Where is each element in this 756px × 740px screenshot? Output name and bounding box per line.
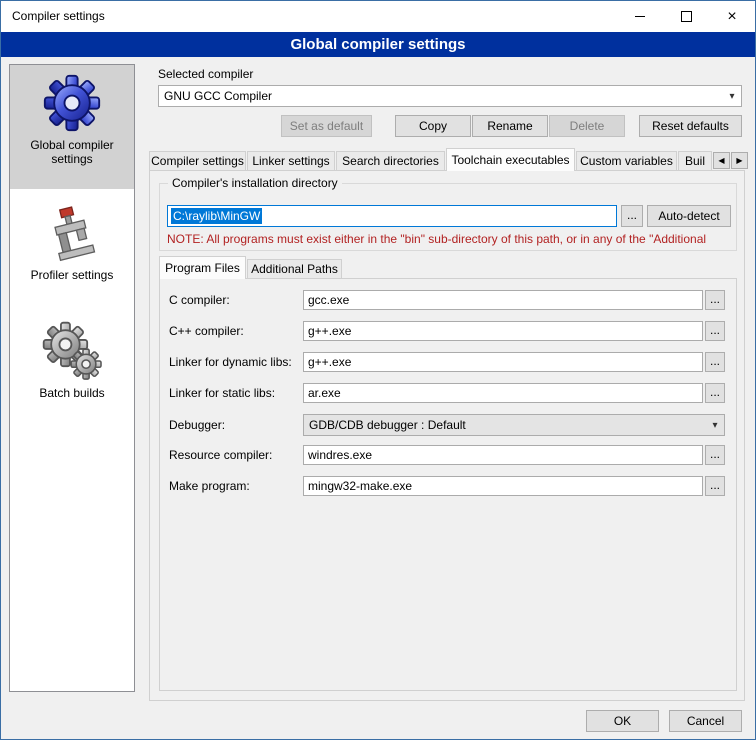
maximize-button[interactable]	[663, 1, 709, 32]
installation-note: NOTE: All programs must exist either in …	[167, 232, 729, 246]
cpp-compiler-label: C++ compiler:	[169, 324, 244, 338]
tab-search-directories[interactable]: Search directories	[336, 151, 445, 170]
cancel-button[interactable]: Cancel	[669, 710, 742, 732]
compiler-select[interactable]: GNU GCC Compiler ▾	[158, 85, 742, 107]
banner: Global compiler settings	[1, 32, 755, 57]
debugger-select-value: GDB/CDB debugger : Default	[304, 418, 706, 432]
minimize-button[interactable]	[617, 1, 663, 32]
debugger-label: Debugger:	[169, 418, 225, 432]
chevron-down-icon: ▾	[723, 91, 741, 102]
sidebar-item-label: Batch builds	[17, 386, 127, 400]
ok-button[interactable]: OK	[586, 710, 659, 732]
tab-toolchain-executables[interactable]: Toolchain executables	[446, 148, 575, 171]
resource-compiler-input[interactable]	[303, 445, 703, 465]
cpp-compiler-input[interactable]	[303, 321, 703, 341]
delete-button[interactable]: Delete	[549, 115, 625, 137]
linker-static-browse-button[interactable]: ...	[705, 383, 725, 403]
linker-dynamic-label: Linker for dynamic libs:	[169, 355, 292, 369]
linker-static-label: Linker for static libs:	[169, 386, 275, 400]
sidebar-item-label: Profiler settings	[17, 268, 127, 282]
cpp-compiler-browse-button[interactable]: ...	[705, 321, 725, 341]
tab-scroll-left-button[interactable]: ◀	[713, 152, 730, 169]
selected-compiler-label: Selected compiler	[158, 67, 253, 81]
installation-dir-selected-text: C:\raylib\MinGW	[171, 208, 262, 224]
resource-compiler-browse-button[interactable]: ...	[705, 445, 725, 465]
window-title: Compiler settings	[12, 1, 105, 32]
title-bar[interactable]: Compiler settings ×	[1, 1, 755, 32]
make-program-label: Make program:	[169, 479, 250, 493]
linker-dynamic-input[interactable]	[303, 352, 703, 372]
close-button[interactable]: ×	[709, 1, 755, 32]
installation-dir-browse-button[interactable]: ...	[621, 205, 643, 227]
copy-button[interactable]: Copy	[395, 115, 471, 137]
c-compiler-label: C compiler:	[169, 293, 230, 307]
tab-custom-variables[interactable]: Custom variables	[576, 151, 677, 170]
installation-dir-group-label: Compiler's installation directory	[168, 176, 342, 190]
sidebar-item-batch-builds[interactable]: Batch builds	[10, 307, 134, 427]
rename-button[interactable]: Rename	[472, 115, 548, 137]
tab-compiler-settings[interactable]: Compiler settings	[149, 151, 246, 170]
linker-static-input[interactable]	[303, 383, 703, 403]
linker-dynamic-browse-button[interactable]: ...	[705, 352, 725, 372]
compiler-select-value: GNU GCC Compiler	[159, 89, 723, 103]
close-icon: ×	[727, 9, 736, 25]
tab-linker-settings[interactable]: Linker settings	[247, 151, 335, 170]
gear-icon	[42, 73, 102, 133]
compiler-settings-dialog: Compiler settings × Global compiler sett…	[0, 0, 756, 740]
debugger-select[interactable]: GDB/CDB debugger : Default ▾	[303, 414, 725, 436]
reset-defaults-button[interactable]: Reset defaults	[639, 115, 742, 137]
minimize-icon	[635, 16, 645, 17]
auto-detect-button[interactable]: Auto-detect	[647, 205, 731, 227]
chevron-down-icon: ▾	[706, 420, 724, 431]
batch-builds-icon	[42, 321, 102, 381]
tab-additional-paths[interactable]: Additional Paths	[247, 259, 342, 278]
sidebar-item-profiler-settings[interactable]: Profiler settings	[10, 189, 134, 307]
sidebar: Global compiler settings Profiler settin…	[9, 64, 135, 692]
maximize-icon	[681, 11, 692, 22]
tab-program-files[interactable]: Program Files	[159, 256, 246, 279]
sidebar-item-global-compiler-settings[interactable]: Global compiler settings	[10, 65, 134, 189]
page-title: Global compiler settings	[290, 36, 465, 53]
make-program-input[interactable]	[303, 476, 703, 496]
tab-scroll-right-button[interactable]: ▶	[731, 152, 748, 169]
sidebar-item-label: Global compiler settings	[17, 138, 127, 166]
tab-build-truncated[interactable]: Buil	[678, 151, 712, 170]
window-controls: ×	[617, 1, 755, 32]
set-as-default-button[interactable]: Set as default	[281, 115, 372, 137]
c-compiler-input[interactable]	[303, 290, 703, 310]
c-compiler-browse-button[interactable]: ...	[705, 290, 725, 310]
installation-dir-input[interactable]: C:\raylib\MinGW	[167, 205, 617, 227]
profiler-icon	[44, 205, 100, 263]
make-program-browse-button[interactable]: ...	[705, 476, 725, 496]
resource-compiler-label: Resource compiler:	[169, 448, 272, 462]
